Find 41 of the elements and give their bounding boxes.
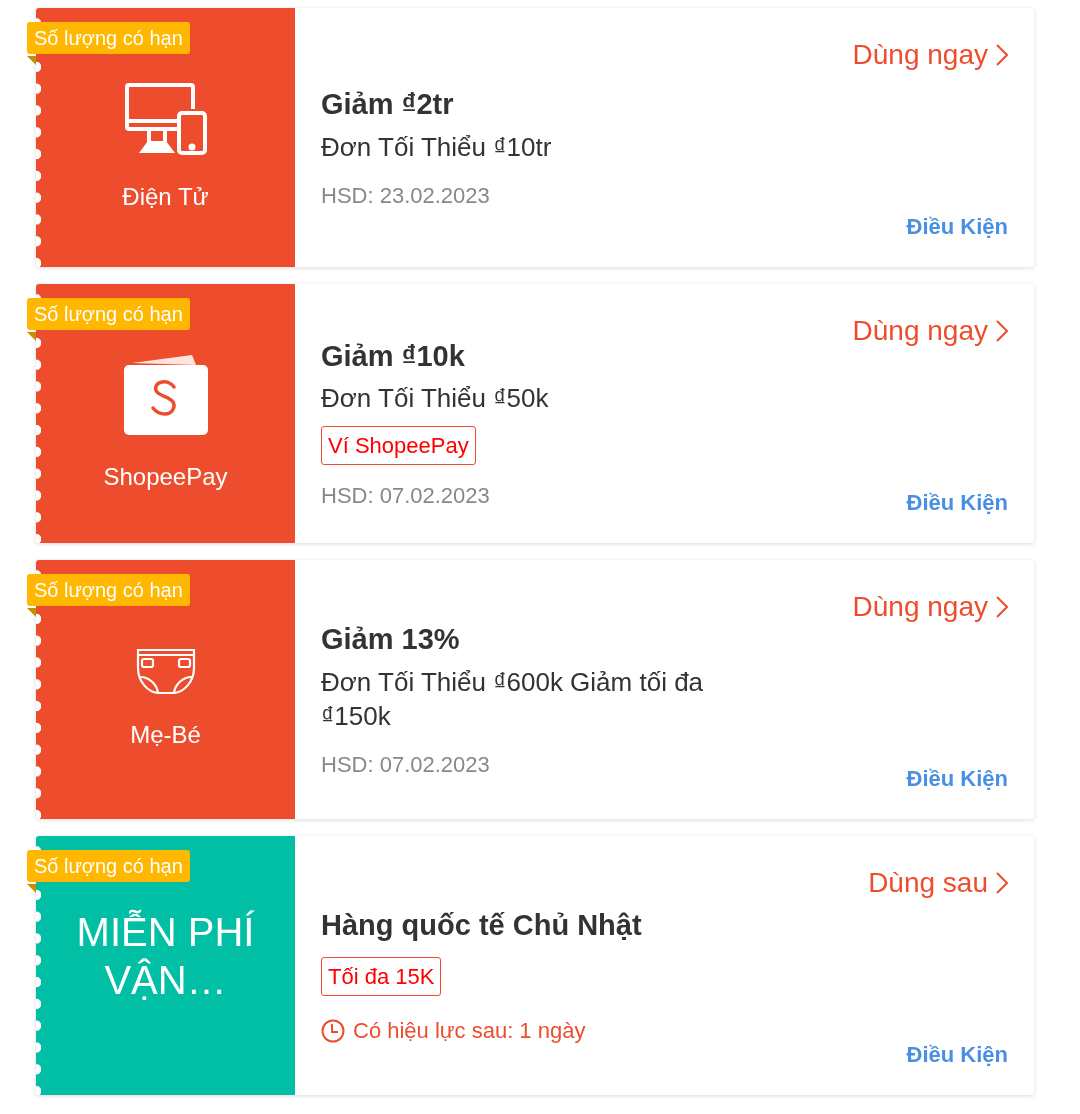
badge-fold bbox=[27, 332, 36, 341]
category-label: Mẹ-Bé bbox=[130, 719, 201, 750]
chevron-icon bbox=[996, 44, 1008, 66]
chevron-icon bbox=[996, 320, 1008, 342]
expiry-date: HSD: 23.02.2023 bbox=[321, 181, 491, 210]
use-button[interactable]: Dùng sau bbox=[868, 862, 1008, 904]
limited-badge: Số lượng có hạn bbox=[27, 22, 190, 54]
voucher-tag: Ví ShopeePay bbox=[321, 426, 476, 466]
minimum-order: Đơn Tối Thiểu ₫600k Giảm tối đa ₫150k bbox=[321, 665, 705, 733]
limited-badge: Số lượng có hạn bbox=[27, 850, 190, 882]
limited-badge: Số lượng có hạn bbox=[27, 298, 190, 330]
badge-fold bbox=[27, 884, 36, 893]
use-button[interactable]: Dùng ngay bbox=[852, 310, 1008, 352]
expiry-date: HSD: 07.02.2023 bbox=[321, 482, 491, 511]
shipping-label: MIỄN PHÍ VẬN… bbox=[75, 908, 256, 1004]
conditions-link[interactable]: Điều Kiện bbox=[906, 762, 1008, 795]
conditions-link[interactable]: Điều Kiện bbox=[906, 210, 1008, 243]
clock-icon bbox=[321, 1018, 345, 1043]
minimum-order: Đơn Tối Thiểu ₫10tr bbox=[321, 130, 553, 164]
chevron-icon bbox=[996, 596, 1008, 618]
voucher-title: Giảm ₫10k bbox=[321, 338, 466, 374]
wallet-icon bbox=[121, 352, 210, 437]
badge-fold bbox=[27, 608, 36, 617]
badge-fold bbox=[27, 56, 36, 65]
conditions-link[interactable]: Điều Kiện bbox=[906, 1038, 1008, 1071]
limited-badge: Số lượng có hạn bbox=[27, 574, 190, 606]
chevron-icon bbox=[996, 872, 1008, 894]
voucher-title: Giảm 13% bbox=[321, 622, 461, 658]
diaper-icon bbox=[134, 646, 197, 695]
voucher-title: Hàng quốc tế Chủ Nhật bbox=[321, 907, 643, 943]
expiry-date: HSD: 07.02.2023 bbox=[321, 750, 491, 779]
use-button[interactable]: Dùng ngay bbox=[852, 34, 1008, 76]
validity-text: Có hiệu lực sau: 1 ngày bbox=[353, 1017, 586, 1046]
voucher-title: Giảm ₫2tr bbox=[321, 87, 455, 123]
devices-icon bbox=[124, 80, 207, 157]
voucher-tag: Tối đa 15K bbox=[321, 957, 442, 997]
conditions-link[interactable]: Điều Kiện bbox=[906, 486, 1008, 519]
category-label: ShopeePay bbox=[103, 461, 228, 492]
use-button[interactable]: Dùng ngay bbox=[852, 586, 1008, 628]
minimum-order: Đơn Tối Thiểu ₫50k bbox=[321, 382, 550, 416]
category-label: Điện Tử bbox=[122, 181, 209, 212]
